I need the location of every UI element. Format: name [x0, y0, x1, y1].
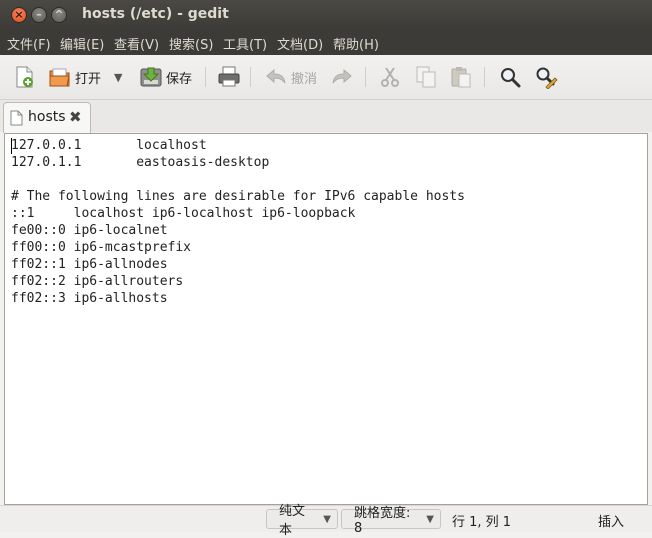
- close-window-button[interactable]: ×: [11, 7, 27, 23]
- text-document-icon: [10, 110, 23, 130]
- menu-edit[interactable]: 编辑(E): [60, 34, 104, 53]
- undo-button[interactable]: 撤消: [264, 63, 317, 91]
- open-button[interactable]: 打开: [48, 63, 101, 91]
- editor-content[interactable]: 127.0.0.1 localhost 127.0.1.1 eastoasis-…: [5, 134, 647, 307]
- copy-button[interactable]: [414, 63, 438, 91]
- tab-width-label: 跳格宽度: 8: [354, 506, 411, 536]
- toolbar: 打开 ▼ 保存 撤消: [0, 55, 652, 100]
- find-replace-button[interactable]: [534, 63, 558, 91]
- cursor-position: 行 1, 列 1: [452, 515, 512, 530]
- find-replace-icon: [534, 65, 558, 90]
- print-button[interactable]: [217, 63, 241, 91]
- open-folder-icon: [48, 65, 72, 89]
- tab-hosts[interactable]: hosts ✖: [3, 102, 91, 133]
- cut-button[interactable]: [378, 63, 402, 91]
- menu-tools[interactable]: 工具(T): [223, 34, 267, 53]
- redo-button[interactable]: [330, 63, 354, 91]
- undo-label: 撤消: [291, 71, 318, 87]
- scissors-icon: [378, 65, 402, 89]
- copy-icon: [414, 65, 438, 89]
- save-button[interactable]: 保存: [139, 63, 192, 91]
- dropdown-arrow-icon: ▼: [323, 513, 331, 525]
- new-document-icon: [12, 65, 36, 89]
- paste-button[interactable]: [449, 63, 473, 91]
- status-bar: 纯文本 ▼ 跳格宽度: 8 ▼ 行 1, 列 1 插入: [0, 504, 652, 538]
- toolbar-separator: [205, 67, 206, 87]
- window-title: hosts (/etc) - gedit: [82, 6, 229, 22]
- dropdown-arrow-icon: ▼: [426, 513, 434, 525]
- printer-icon: [217, 65, 241, 89]
- menu-view[interactable]: 查看(V): [114, 34, 159, 53]
- new-document-button[interactable]: [12, 63, 36, 91]
- tab-width-selector[interactable]: 跳格宽度: 8 ▼: [341, 506, 441, 536]
- menu-documents[interactable]: 文档(D): [277, 34, 323, 53]
- menu-search[interactable]: 搜索(S): [169, 34, 213, 53]
- undo-arrow-icon: [264, 65, 288, 89]
- text-caret: [11, 138, 12, 154]
- menu-file[interactable]: 文件(F): [7, 34, 51, 53]
- open-recent-dropdown[interactable]: ▼: [114, 63, 122, 91]
- maximize-window-button[interactable]: ^: [51, 7, 67, 23]
- text-editor[interactable]: 127.0.0.1 localhost 127.0.1.1 eastoasis-…: [4, 133, 648, 505]
- search-icon: [498, 65, 522, 89]
- open-label: 打开: [75, 71, 102, 87]
- save-icon: [139, 65, 163, 89]
- toolbar-separator: [484, 67, 485, 87]
- language-label: 纯文本: [279, 504, 306, 538]
- gedit-window: × – ^ hosts (/etc) - gedit 文件(F) 编辑(E) 查…: [0, 0, 652, 538]
- find-button[interactable]: [498, 63, 522, 91]
- close-tab-icon[interactable]: ✖: [69, 108, 82, 126]
- paste-clipboard-icon: [449, 65, 473, 89]
- save-label: 保存: [166, 71, 193, 87]
- dropdown-arrow-icon: ▼: [114, 70, 123, 84]
- redo-arrow-icon: [330, 65, 354, 89]
- minimize-window-button[interactable]: –: [31, 7, 47, 23]
- document-tab-bar: hosts ✖: [0, 100, 652, 133]
- menu-help[interactable]: 帮助(H): [333, 34, 379, 53]
- insert-mode: 插入: [598, 515, 625, 530]
- language-selector[interactable]: 纯文本 ▼: [266, 504, 338, 538]
- toolbar-separator: [250, 67, 251, 87]
- tab-label: hosts: [28, 109, 66, 125]
- toolbar-separator: [365, 67, 366, 87]
- title-bar[interactable]: × – ^ hosts (/etc) - gedit: [0, 0, 652, 30]
- menu-bar: 文件(F) 编辑(E) 查看(V) 搜索(S) 工具(T) 文档(D) 帮助(H…: [0, 30, 652, 55]
